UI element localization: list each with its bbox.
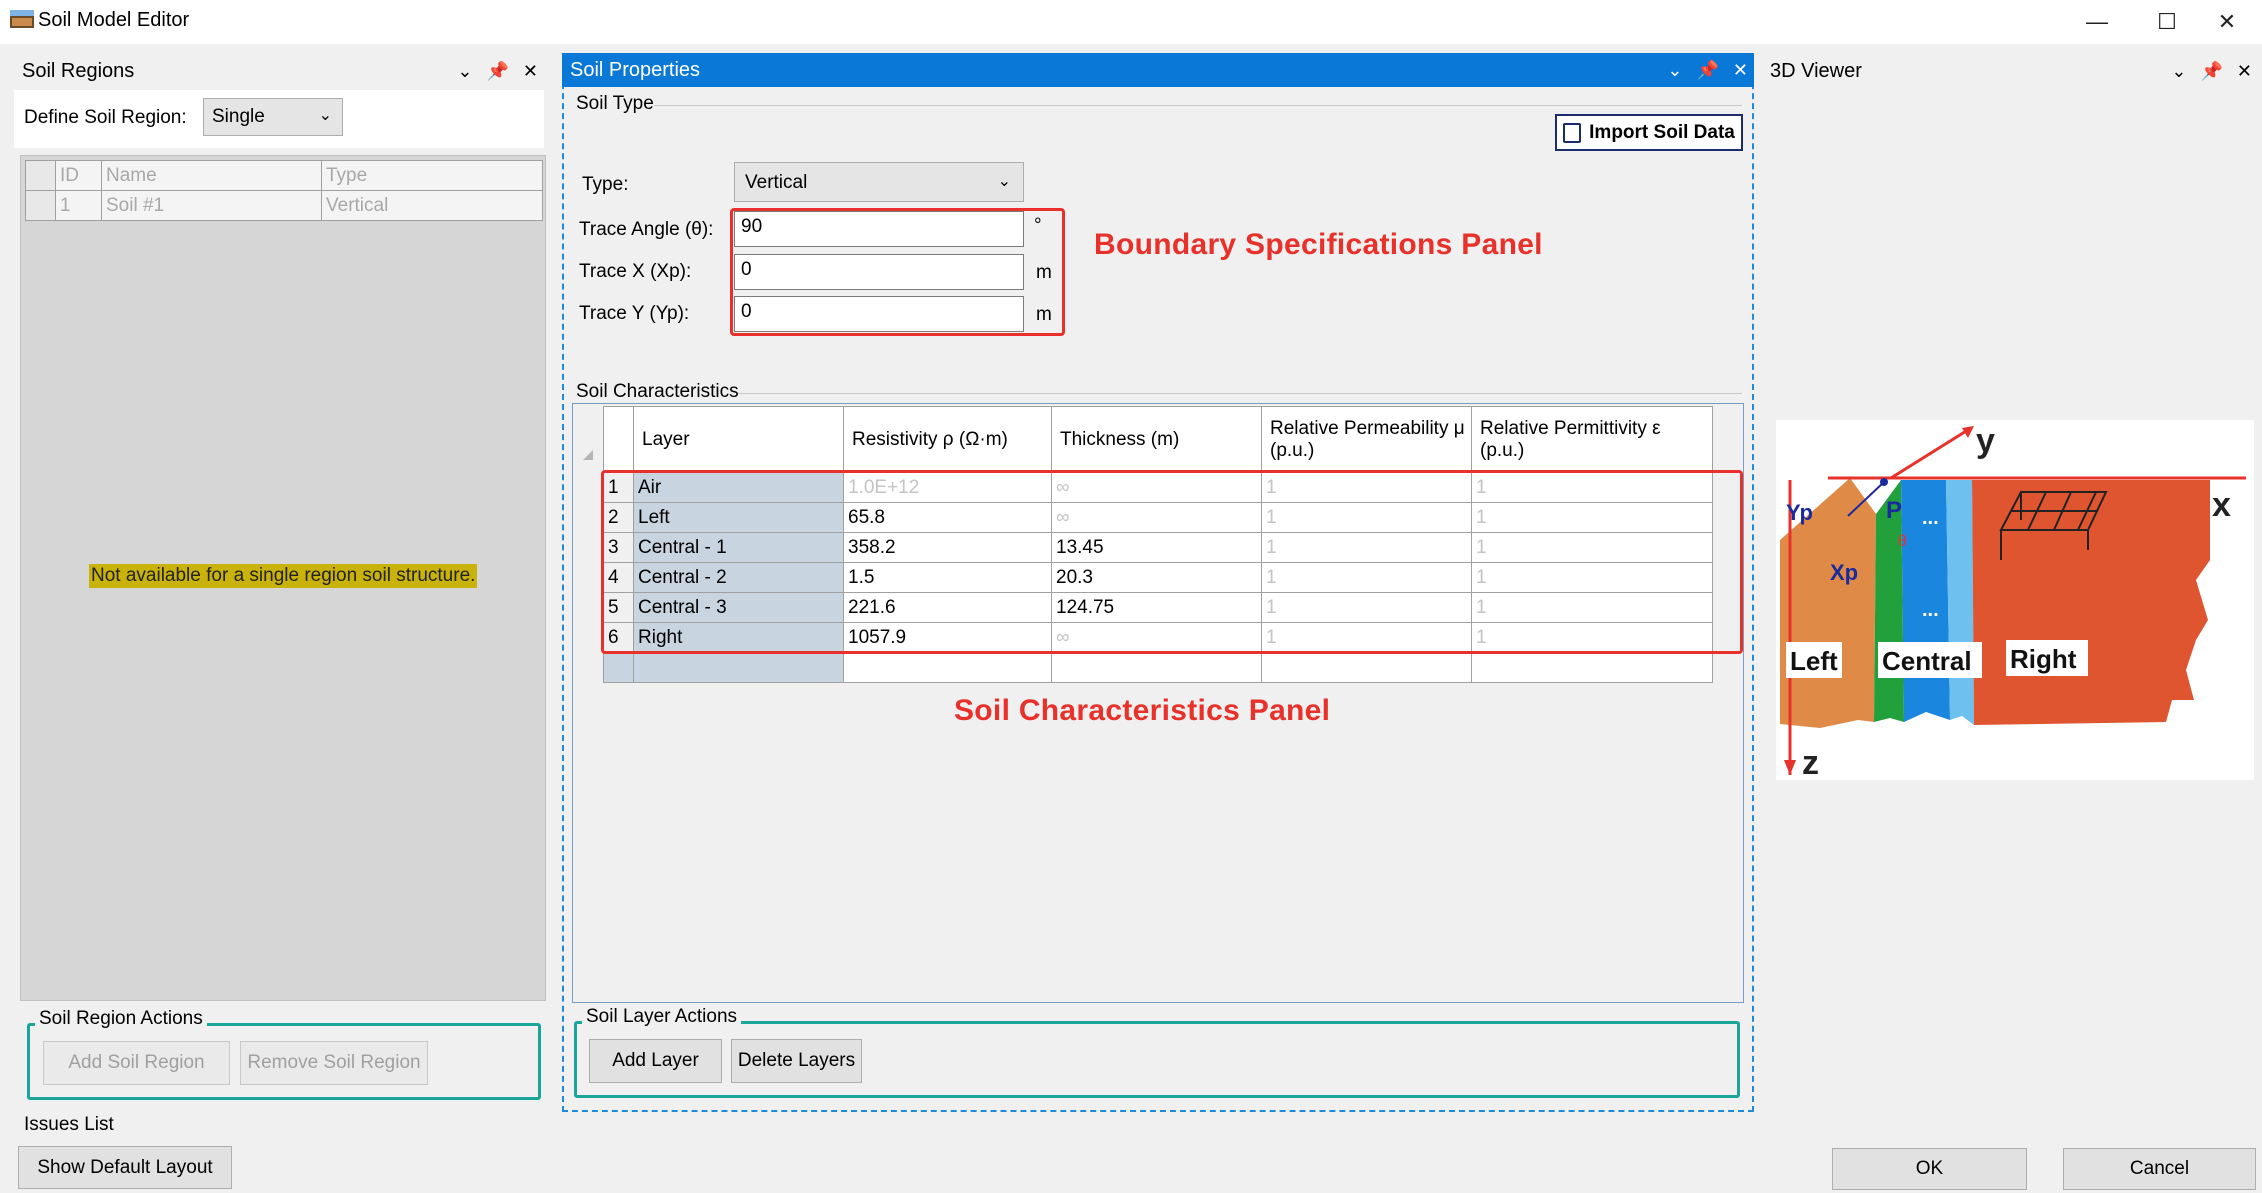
soil-type-label: Soil Type (576, 93, 654, 114)
add-layer-button[interactable]: Add Layer (589, 1039, 722, 1083)
col-layer: Layer (633, 406, 844, 473)
define-region-label: Define Soil Region: (24, 107, 187, 128)
type-select[interactable]: Vertical ⌄ (734, 162, 1024, 202)
close-icon[interactable]: ✕ (2237, 61, 2252, 82)
cell-name: Soil #1 (101, 190, 322, 221)
col-thickness: Thickness (m) (1051, 406, 1262, 473)
point-p-marker (1880, 478, 1888, 486)
close-icon[interactable]: ✕ (1733, 60, 1748, 81)
soil-region-actions-label: Soil Region Actions (35, 1008, 207, 1030)
row-header-corner (603, 406, 634, 473)
soil-regions-table: ID Name Type 1 Soil #1 Vertical (25, 160, 543, 221)
y-axis (1890, 426, 1972, 480)
chevron-down-icon[interactable]: ⌄ (2171, 61, 2186, 82)
col-id: ID (55, 160, 102, 191)
left-region-label: Left (1790, 646, 1838, 676)
trace-y-label: Trace Y (Yp): (579, 303, 690, 324)
y-axis-label: y (1976, 422, 1995, 460)
soil-layer-actions-label: Soil Layer Actions (582, 1006, 742, 1028)
table-row: 1 Soil #1 Vertical (25, 190, 543, 221)
trace-angle-label: Trace Angle (θ): (579, 219, 714, 240)
import-soil-data-button[interactable]: Import Soil Data (1555, 114, 1743, 151)
cancel-button[interactable]: Cancel (2063, 1148, 2256, 1190)
row-header-corner (25, 160, 56, 191)
chevron-down-icon: ⌄ (997, 173, 1011, 190)
viewer-title: 3D Viewer (1770, 59, 1862, 82)
soil-char-divider (738, 393, 1742, 394)
chevron-down-icon[interactable]: ⌄ (1667, 60, 1682, 81)
pin-icon[interactable]: 📌 (2200, 61, 2222, 82)
table-row-new[interactable] (603, 652, 1713, 683)
ok-button[interactable]: OK (1832, 1148, 2027, 1190)
soil-characteristics-highlight-box (601, 470, 1743, 654)
issues-list-label: Issues List (24, 1114, 114, 1135)
single-region-notice: Not available for a single region soil s… (89, 564, 478, 588)
window-title: Soil Model Editor (38, 9, 190, 31)
col-permittivity: Relative Permittivity ε (p.u.) (1471, 406, 1713, 473)
define-region-select[interactable]: Single ⌄ (203, 98, 343, 136)
close-icon[interactable]: ✕ (523, 61, 538, 82)
define-region-bar: Define Soil Region: Single ⌄ (14, 90, 544, 148)
soil-regions-header: Soil Regions ⌄ 📌 ✕ (14, 54, 544, 88)
show-default-layout-button[interactable]: Show Default Layout (18, 1146, 232, 1189)
dots-top: ... (1922, 507, 1939, 529)
z-axis-label: z (1802, 744, 1819, 780)
viewer-header: 3D Viewer ⌄ 📌 ✕ (1762, 54, 2258, 88)
dots-mid: ... (1922, 599, 1939, 621)
trace-x-label: Trace X (Xp): (579, 261, 692, 282)
import-file-icon (1563, 122, 1582, 143)
type-label: Type: (582, 174, 629, 195)
col-permeability: Relative Permeability μ (p.u.) (1261, 406, 1472, 473)
soil-characteristics-label: Soil Characteristics (576, 381, 739, 402)
soil-type-divider (654, 105, 1742, 106)
soil-properties-title: Soil Properties (570, 58, 701, 81)
remove-soil-region-button[interactable]: Remove Soil Region (240, 1041, 428, 1085)
type-value: Vertical (745, 172, 808, 193)
import-soil-data-label: Import Soil Data (1589, 121, 1735, 143)
soil-characteristics-annotation: Soil Characteristics Panel (954, 694, 1331, 727)
soil-3d-diagram: x y z Yp Xp P θ ... ... Left Central Rig… (1776, 420, 2254, 780)
right-region-label: Right (2010, 644, 2077, 674)
define-region-value: Single (212, 106, 265, 127)
boundary-panel-annotation: Boundary Specifications Panel (1094, 228, 1543, 261)
app-icon (10, 10, 34, 28)
soil-properties-header: Soil Properties ⌄ 📌 ✕ (562, 53, 1754, 87)
theta-label: θ (1898, 533, 1907, 550)
yp-label: Yp (1786, 500, 1813, 525)
p-label: P (1886, 497, 1902, 524)
chevron-down-icon[interactable]: ⌄ (457, 61, 472, 82)
x-axis-label: x (2212, 486, 2231, 524)
close-icon[interactable]: ✕ (2192, 0, 2262, 44)
title-bar: Soil Model Editor — ☐ ✕ (0, 0, 2262, 44)
soil-regions-title: Soil Regions (22, 59, 135, 82)
central-region-3 (1946, 480, 1974, 725)
soil-regions-grid: ID Name Type 1 Soil #1 Vertical Not avai… (20, 155, 546, 1001)
minimize-icon[interactable]: — (2062, 0, 2132, 44)
add-soil-region-button[interactable]: Add Soil Region (43, 1041, 230, 1085)
cell-id: 1 (55, 190, 102, 221)
col-name: Name (101, 160, 322, 191)
central-region-label: Central (1882, 646, 1972, 676)
cell-type: Vertical (321, 190, 543, 221)
pin-icon[interactable]: 📌 (486, 61, 508, 82)
boundary-highlight-box (730, 208, 1065, 336)
pin-icon[interactable]: 📌 (1696, 60, 1718, 81)
delete-layers-button[interactable]: Delete Layers (731, 1039, 862, 1083)
select-all-icon[interactable] (583, 450, 593, 460)
col-type: Type (321, 160, 543, 191)
xp-label: Xp (1830, 560, 1858, 585)
chevron-down-icon: ⌄ (318, 107, 332, 124)
col-resistivity: Resistivity ρ (Ω·m) (843, 406, 1052, 473)
